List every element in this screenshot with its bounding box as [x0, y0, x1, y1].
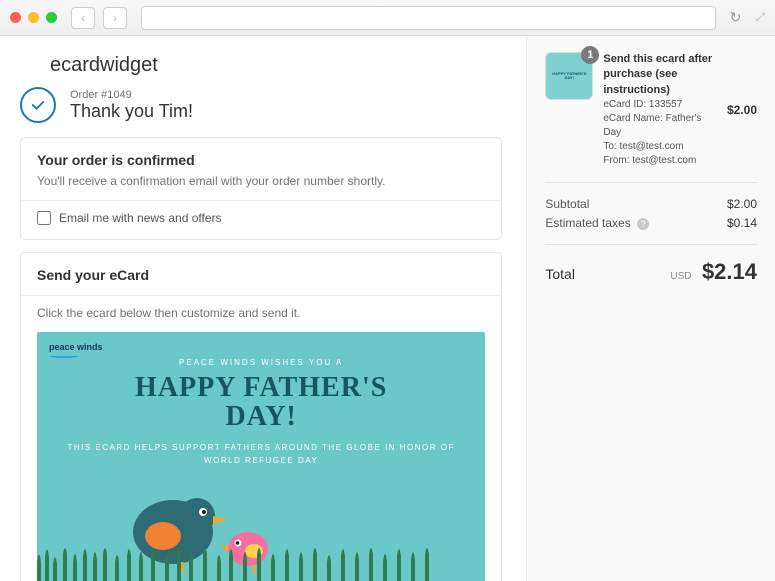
- maximize-window-icon[interactable]: [46, 12, 57, 23]
- peace-winds-logo: peace winds: [49, 342, 103, 352]
- divider: [545, 182, 757, 183]
- item-meta: From: test@test.com: [603, 154, 717, 168]
- tax-value: $0.14: [727, 216, 757, 230]
- send-ecard-instruction: Click the ecard below then customize and…: [37, 306, 485, 320]
- currency-code: USD: [670, 271, 691, 282]
- ecard-pretitle: PEACE WINDS WISHES YOU A: [37, 358, 485, 367]
- confirmation-body: You'll receive a confirmation email with…: [37, 174, 485, 188]
- reload-icon[interactable]: ↻: [730, 9, 742, 26]
- item-meta: eCard ID: 133557: [603, 98, 717, 112]
- tax-label: Estimated taxes ?: [545, 216, 649, 230]
- help-icon[interactable]: ?: [637, 218, 649, 230]
- item-details: Send this ecard after purchase (see inst…: [603, 52, 717, 168]
- tax-row: Estimated taxes ? $0.14: [545, 216, 757, 230]
- quantity-badge: 1: [581, 46, 599, 64]
- subtotal-label: Subtotal: [545, 197, 589, 211]
- newsletter-checkbox[interactable]: [37, 211, 51, 225]
- send-ecard-card: Send your eCard Click the ecard below th…: [20, 252, 502, 581]
- confirmation-card: Your order is confirmed You'll receive a…: [20, 137, 502, 240]
- thank-you-heading: Thank you Tim!: [70, 101, 193, 122]
- forward-button[interactable]: ›: [103, 7, 127, 29]
- store-brand: ecardwidget: [50, 54, 502, 77]
- logo-swish-icon: [49, 354, 79, 358]
- item-meta: eCard Name: Father's Day: [603, 112, 717, 140]
- item-title: Send this ecard after purchase (see inst…: [603, 52, 717, 98]
- back-button[interactable]: ‹: [71, 7, 95, 29]
- main-column: ecardwidget Order #1049 Thank you Tim! Y…: [0, 36, 526, 581]
- ecard-title-line: DAY!: [37, 402, 485, 431]
- divider: [21, 200, 501, 201]
- browser-chrome: ‹ › ↻ ⤢: [0, 0, 775, 36]
- expand-icon[interactable]: ⤢: [755, 10, 765, 25]
- minimize-window-icon[interactable]: [28, 12, 39, 23]
- total-label: Total: [545, 266, 575, 282]
- order-summary: HAPPY FATHER'SDAY! 1 Send this ecard aft…: [526, 36, 775, 581]
- confirmation-heading: Your order is confirmed: [37, 152, 485, 168]
- window-controls: [10, 12, 57, 23]
- order-number: Order #1049: [70, 89, 193, 101]
- total-row: Total USD $2.14: [545, 259, 757, 285]
- ecard-title: HAPPY FATHER'S DAY!: [37, 373, 485, 432]
- total-amount: $2.14: [702, 259, 757, 284]
- subtotal-value: $2.00: [727, 197, 757, 211]
- divider: [545, 244, 757, 245]
- order-header: Order #1049 Thank you Tim!: [20, 87, 502, 123]
- divider: [21, 295, 501, 296]
- item-thumbnail-wrap: HAPPY FATHER'SDAY! 1: [545, 52, 593, 100]
- check-circle-icon: [20, 87, 56, 123]
- grass-icon: [37, 542, 437, 581]
- newsletter-row[interactable]: Email me with news and offers: [37, 211, 485, 225]
- newsletter-label: Email me with news and offers: [59, 211, 222, 225]
- ecard-title-line: HAPPY FATHER'S: [37, 373, 485, 402]
- subtotal-row: Subtotal $2.00: [545, 197, 757, 211]
- item-price: $2.00: [727, 103, 757, 117]
- send-ecard-heading: Send your eCard: [37, 267, 485, 283]
- ecard-preview[interactable]: peace winds PEACE WINDS WISHES YOU A HAP…: [37, 332, 485, 581]
- ecard-subtitle: THIS ECARD HELPS SUPPORT FATHERS AROUND …: [37, 442, 485, 468]
- close-window-icon[interactable]: [10, 12, 21, 23]
- page-body: ecardwidget Order #1049 Thank you Tim! Y…: [0, 36, 775, 581]
- summary-line-item: HAPPY FATHER'SDAY! 1 Send this ecard aft…: [545, 52, 757, 168]
- address-bar[interactable]: [141, 6, 716, 30]
- tax-label-text: Estimated taxes: [545, 216, 630, 230]
- item-meta: To: test@test.com: [603, 140, 717, 154]
